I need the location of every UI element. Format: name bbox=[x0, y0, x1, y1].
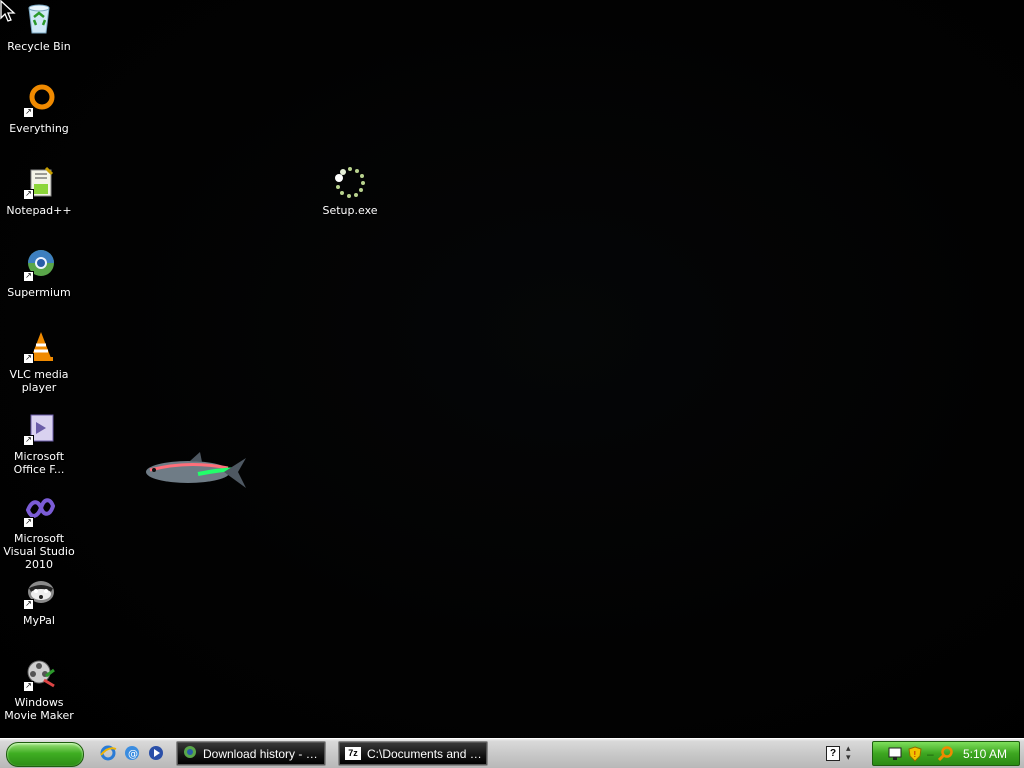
media-player-icon[interactable] bbox=[146, 743, 166, 763]
setup-loading-icon bbox=[333, 166, 367, 200]
shortcut-arrow-icon: ↗ bbox=[23, 599, 34, 610]
email-icon[interactable]: @ bbox=[122, 743, 142, 763]
desktop-icon-recycle-bin[interactable]: Recycle Bin bbox=[0, 2, 78, 53]
desktop-icon-label: Everything bbox=[9, 122, 69, 135]
desktop-icon-notepad-plus-plus[interactable]: ↗ Notepad++ bbox=[0, 166, 78, 217]
supermium-icon: ↗ bbox=[22, 248, 56, 282]
movie-maker-icon: ↗ bbox=[22, 658, 56, 692]
search-icon[interactable] bbox=[937, 746, 954, 767]
everything-icon: ↗ bbox=[22, 84, 56, 118]
tray-separator-icon: – bbox=[927, 747, 934, 761]
desktop: Recycle Bin ↗ Everything ↗ Notepad++ ↗ S… bbox=[0, 0, 1024, 738]
taskbar-button-download-history[interactable]: Download history - S... bbox=[176, 741, 326, 766]
tray-extra: ? ▴ ▾ bbox=[826, 744, 851, 762]
mypal-icon: ↗ bbox=[22, 576, 56, 610]
quick-launch: @ bbox=[98, 743, 166, 765]
vlc-icon: ↗ bbox=[22, 330, 56, 364]
desktop-icon-vlc[interactable]: ↗ VLC media player bbox=[0, 330, 78, 394]
taskbar: @ Download history - S... 7z C:\Document… bbox=[0, 738, 1024, 768]
help-icon[interactable]: ? bbox=[826, 745, 840, 761]
svg-text:@: @ bbox=[128, 749, 138, 760]
fish-wallpaper-image bbox=[146, 452, 246, 488]
system-tray: ! – 5:10 AM bbox=[872, 741, 1020, 766]
recycle-bin-icon bbox=[22, 2, 56, 36]
desktop-icon-label: Supermium bbox=[7, 286, 71, 299]
taskbar-button-documents-folder[interactable]: 7z C:\Documents and S... bbox=[338, 741, 488, 766]
supermium-icon bbox=[183, 745, 197, 762]
shortcut-arrow-icon: ↗ bbox=[23, 435, 34, 446]
desktop-icon-everything[interactable]: ↗ Everything bbox=[0, 84, 78, 135]
desktop-icon-microsoft-office[interactable]: ↗ Microsoft Office F... bbox=[0, 412, 78, 476]
desktop-icon-supermium[interactable]: ↗ Supermium bbox=[0, 248, 78, 299]
shortcut-arrow-icon: ↗ bbox=[23, 271, 34, 282]
start-button[interactable] bbox=[6, 742, 84, 767]
desktop-icon-label: Microsoft Office F... bbox=[13, 450, 65, 476]
taskbar-button-label: Download history - S... bbox=[203, 746, 318, 761]
desktop-icon-label: VLC media player bbox=[9, 368, 69, 394]
desktop-icon-visual-studio[interactable]: ↗ Microsoft Visual Studio 2010 bbox=[0, 494, 78, 571]
desktop-icon-label: Microsoft Visual Studio 2010 bbox=[3, 532, 75, 571]
desktop-icon-label: Windows Movie Maker bbox=[4, 696, 74, 722]
visual-studio-icon: ↗ bbox=[22, 494, 56, 528]
network-icon[interactable] bbox=[887, 746, 903, 767]
shortcut-arrow-icon: ↗ bbox=[23, 189, 34, 200]
shortcut-arrow-icon: ↗ bbox=[23, 353, 34, 364]
desktop-icon-movie-maker[interactable]: ↗ Windows Movie Maker bbox=[0, 658, 78, 722]
notepad-plus-plus-icon: ↗ bbox=[22, 166, 56, 200]
svg-text:!: ! bbox=[913, 750, 916, 759]
security-shield-icon[interactable]: ! bbox=[907, 746, 923, 767]
shortcut-arrow-icon: ↗ bbox=[23, 517, 34, 528]
shortcut-arrow-icon: ↗ bbox=[23, 681, 34, 692]
desktop-icon-label: Setup.exe bbox=[322, 204, 378, 217]
7zip-icon: 7z bbox=[345, 747, 361, 760]
taskbar-button-label: C:\Documents and S... bbox=[367, 746, 482, 761]
clock[interactable]: 5:10 AM bbox=[963, 747, 1007, 761]
internet-explorer-icon[interactable] bbox=[98, 743, 118, 763]
office-icon: ↗ bbox=[22, 412, 56, 446]
desktop-icon-label: MyPal bbox=[23, 614, 55, 627]
desktop-icon-mypal[interactable]: ↗ MyPal bbox=[0, 576, 78, 627]
chevron-icon[interactable]: ▴ ▾ bbox=[846, 744, 851, 762]
desktop-icon-label: Recycle Bin bbox=[7, 40, 71, 53]
shortcut-arrow-icon: ↗ bbox=[23, 107, 34, 118]
desktop-icon-label: Notepad++ bbox=[6, 204, 72, 217]
desktop-icon-setup-exe[interactable]: Setup.exe bbox=[311, 166, 389, 217]
